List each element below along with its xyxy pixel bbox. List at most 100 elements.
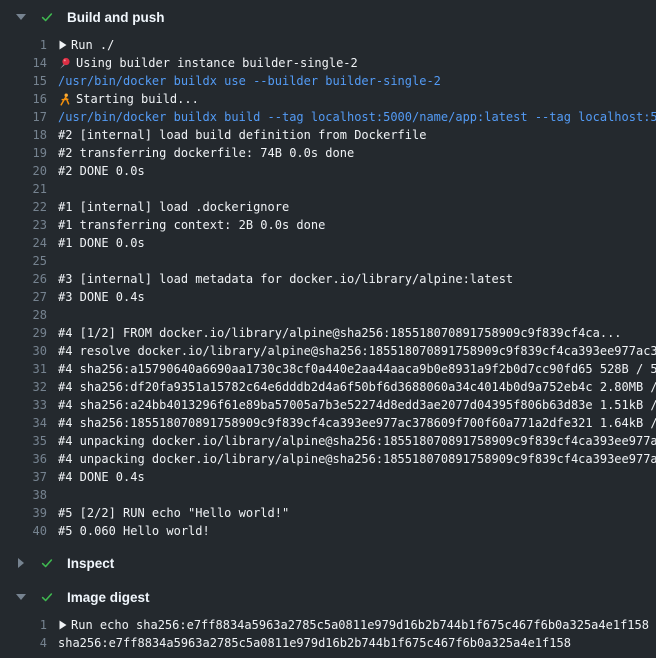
- log-line-text: #4 sha256:185518070891758909c9f839cf4ca3…: [58, 414, 656, 432]
- log-line: 40 #5 0.060 Hello world!: [0, 522, 656, 540]
- play-icon[interactable]: [58, 36, 67, 54]
- log-line-text: #4 resolve docker.io/library/alpine@sha2…: [58, 342, 656, 360]
- log-line-text: #2 [internal] load build definition from…: [58, 126, 426, 144]
- log-line-text: Using builder instance builder-single-2: [76, 54, 358, 72]
- success-check-icon: [40, 10, 54, 24]
- log-line-text: /usr/bin/docker buildx build --tag local…: [58, 108, 656, 126]
- log-line: 16 Starting build...: [0, 90, 656, 108]
- runner-icon: [58, 90, 71, 108]
- log-line: 14 Using builder instance builder-single…: [0, 54, 656, 72]
- log-line-text: #1 [internal] load .dockerignore: [58, 198, 289, 216]
- log-line: 32 #4 sha256:df20fa9351a15782c64e6dddb2d…: [0, 378, 656, 396]
- log-line: 33 #4 sha256:a24bb4013296f61e89ba57005a7…: [0, 396, 656, 414]
- line-number[interactable]: 33: [0, 396, 47, 414]
- play-icon[interactable]: [58, 616, 67, 634]
- log-line-text: /usr/bin/docker buildx use --builder bui…: [58, 72, 441, 90]
- log-line-text: #3 [internal] load metadata for docker.i…: [58, 270, 513, 288]
- log-line: 35 #4 unpacking docker.io/library/alpine…: [0, 432, 656, 450]
- log-line: 20 #2 DONE 0.0s: [0, 162, 656, 180]
- log-section-image-digest: Image digest 1 Run echo sha256:e7ff8834a…: [0, 580, 656, 658]
- line-number[interactable]: 17: [0, 108, 47, 126]
- section-log-lines: 1 Run echo sha256:e7ff8834a5963a2785c5a0…: [0, 614, 656, 658]
- line-number[interactable]: 1: [0, 36, 47, 54]
- log-line: 22 #1 [internal] load .dockerignore: [0, 198, 656, 216]
- log-line-text: #4 unpacking docker.io/library/alpine@sh…: [58, 432, 656, 450]
- line-number[interactable]: 23: [0, 216, 47, 234]
- log-section-build-and-push: Build and push 1 Run ./ 14 Using builder…: [0, 0, 656, 546]
- log-line: 34 #4 sha256:185518070891758909c9f839cf4…: [0, 414, 656, 432]
- log-line-text: #2 DONE 0.0s: [58, 162, 145, 180]
- line-number[interactable]: 35: [0, 432, 47, 450]
- line-number[interactable]: 25: [0, 252, 47, 270]
- log-line: 23 #1 transferring context: 2B 0.0s done: [0, 216, 656, 234]
- log-line: 4 sha256:e7ff8834a5963a2785c5a0811e979d1…: [0, 634, 656, 652]
- line-number[interactable]: 38: [0, 486, 47, 504]
- line-number[interactable]: 21: [0, 180, 47, 198]
- line-number[interactable]: 20: [0, 162, 47, 180]
- log-line: 1 Run echo sha256:e7ff8834a5963a2785c5a0…: [0, 616, 656, 634]
- pushpin-icon: [58, 54, 71, 72]
- line-number[interactable]: 37: [0, 468, 47, 486]
- log-line-text: Run echo sha256:e7ff8834a5963a2785c5a081…: [71, 616, 649, 634]
- log-line: 18 #2 [internal] load build definition f…: [0, 126, 656, 144]
- line-number[interactable]: 40: [0, 522, 47, 540]
- log-line: 29 #4 [1/2] FROM docker.io/library/alpin…: [0, 324, 656, 342]
- log-line: 1 Run ./: [0, 36, 656, 54]
- log-line-text: #5 [2/2] RUN echo "Hello world!": [58, 504, 289, 522]
- log-line: 17 /usr/bin/docker buildx build --tag lo…: [0, 108, 656, 126]
- chevron-down-icon: [15, 14, 27, 20]
- line-number[interactable]: 31: [0, 360, 47, 378]
- log-section-inspect: Inspect: [0, 546, 656, 580]
- chevron-down-icon: [15, 594, 27, 600]
- line-number[interactable]: 27: [0, 288, 47, 306]
- chevron-right-icon: [15, 558, 27, 568]
- line-number[interactable]: 24: [0, 234, 47, 252]
- log-line: 28: [0, 306, 656, 324]
- line-number[interactable]: 26: [0, 270, 47, 288]
- line-number[interactable]: 19: [0, 144, 47, 162]
- section-log-lines: 1 Run ./ 14 Using builder instance build…: [0, 34, 656, 546]
- line-number[interactable]: 32: [0, 378, 47, 396]
- log-line: 19 #2 transferring dockerfile: 74B 0.0s …: [0, 144, 656, 162]
- line-number[interactable]: 1: [0, 616, 47, 634]
- line-number[interactable]: 30: [0, 342, 47, 360]
- log-line-text: sha256:e7ff8834a5963a2785c5a0811e979d16b…: [58, 634, 571, 652]
- section-title: Image digest: [67, 590, 150, 605]
- success-check-icon: [40, 556, 54, 570]
- section-header-image-digest[interactable]: Image digest: [0, 580, 656, 614]
- log-line: 27 #3 DONE 0.4s: [0, 288, 656, 306]
- log-line-text: #4 DONE 0.4s: [58, 468, 145, 486]
- line-number[interactable]: 16: [0, 90, 47, 108]
- line-number[interactable]: 4: [0, 634, 47, 652]
- line-number[interactable]: 14: [0, 54, 47, 72]
- log-line: 30 #4 resolve docker.io/library/alpine@s…: [0, 342, 656, 360]
- section-title: Build and push: [67, 10, 165, 25]
- line-number[interactable]: 28: [0, 306, 47, 324]
- log-line: 38: [0, 486, 656, 504]
- line-number[interactable]: 15: [0, 72, 47, 90]
- log-line-text: #4 sha256:df20fa9351a15782c64e6dddb2d4a6…: [58, 378, 656, 396]
- log-line: 37 #4 DONE 0.4s: [0, 468, 656, 486]
- line-number[interactable]: 34: [0, 414, 47, 432]
- workflow-log: Build and push 1 Run ./ 14 Using builder…: [0, 0, 656, 658]
- line-number[interactable]: 36: [0, 450, 47, 468]
- line-number[interactable]: 29: [0, 324, 47, 342]
- log-line-text: #5 0.060 Hello world!: [58, 522, 210, 540]
- line-number[interactable]: 22: [0, 198, 47, 216]
- log-line: 25: [0, 252, 656, 270]
- section-header-inspect[interactable]: Inspect: [0, 546, 656, 580]
- log-line-text: Starting build...: [76, 90, 199, 108]
- log-line: 26 #3 [internal] load metadata for docke…: [0, 270, 656, 288]
- log-line: 31 #4 sha256:a15790640a6690aa1730c38cf0a…: [0, 360, 656, 378]
- line-number[interactable]: 18: [0, 126, 47, 144]
- log-line-text: #3 DONE 0.4s: [58, 288, 145, 306]
- section-header-build-and-push[interactable]: Build and push: [0, 0, 656, 34]
- log-line-text: #4 unpacking docker.io/library/alpine@sh…: [58, 450, 656, 468]
- section-title: Inspect: [67, 556, 114, 571]
- line-number[interactable]: 39: [0, 504, 47, 522]
- log-line-text: #1 DONE 0.0s: [58, 234, 145, 252]
- log-line-text: #4 sha256:a24bb4013296f61e89ba57005a7b3e…: [58, 396, 656, 414]
- log-line-text: #4 [1/2] FROM docker.io/library/alpine@s…: [58, 324, 622, 342]
- log-line-text: #2 transferring dockerfile: 74B 0.0s don…: [58, 144, 354, 162]
- success-check-icon: [40, 590, 54, 604]
